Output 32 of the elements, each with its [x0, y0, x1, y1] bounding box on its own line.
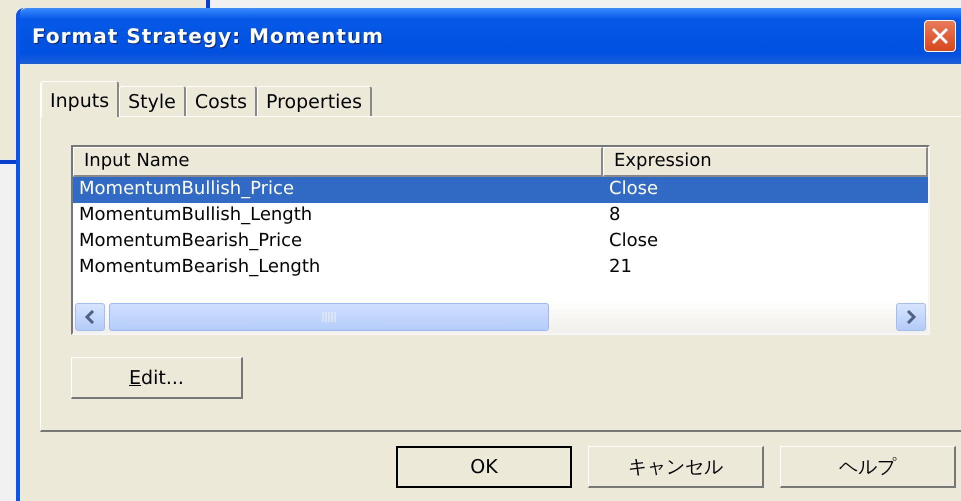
dialog-button[interactable]: ヘルプ	[780, 446, 956, 488]
list-cell-text: MomentumBearish_Length	[78, 255, 322, 279]
close-button[interactable]	[924, 20, 956, 52]
list-row[interactable]: MomentumBullish_Price Close	[73, 177, 928, 203]
dialog-button[interactable]: キャンセル	[588, 446, 764, 488]
horizontal-scrollbar[interactable]	[73, 301, 928, 333]
list-cell-text: MomentumBearish_Price	[78, 229, 304, 253]
scroll-right-button[interactable]	[896, 303, 926, 331]
chevron-left-icon	[84, 310, 96, 324]
chevron-right-icon	[905, 310, 917, 324]
dialog-button[interactable]: OK	[396, 446, 572, 488]
edit-button[interactable]: Edit...	[71, 357, 243, 399]
tab[interactable]: Inputs	[40, 81, 120, 117]
window-title: Format Strategy: Momentum	[32, 24, 386, 48]
list-cell-text: 8	[608, 203, 622, 227]
list-cell-text: Close	[608, 229, 660, 253]
scroll-thumb[interactable]	[109, 303, 549, 331]
column-header[interactable]: Expression	[603, 147, 928, 177]
list-cell-text: 21	[608, 255, 633, 279]
list-row[interactable]: MomentumBearish_Price Close	[73, 229, 928, 255]
list-row[interactable]: MomentumBearish_Length 21	[73, 255, 928, 281]
list-cell-text: MomentumBullish_Price	[78, 177, 296, 201]
close-icon	[931, 27, 949, 45]
tab[interactable]: Properties	[256, 86, 372, 116]
grip-icon	[322, 312, 336, 322]
column-header[interactable]: Input Name	[73, 147, 603, 177]
tab[interactable]: Style	[119, 86, 186, 116]
list-row[interactable]: MomentumBullish_Length 8	[73, 203, 928, 229]
list-cell-text: Close	[608, 177, 660, 201]
scroll-left-button[interactable]	[75, 303, 105, 331]
tab[interactable]: Costs	[186, 86, 257, 116]
list-cell-text: MomentumBullish_Length	[78, 203, 314, 227]
